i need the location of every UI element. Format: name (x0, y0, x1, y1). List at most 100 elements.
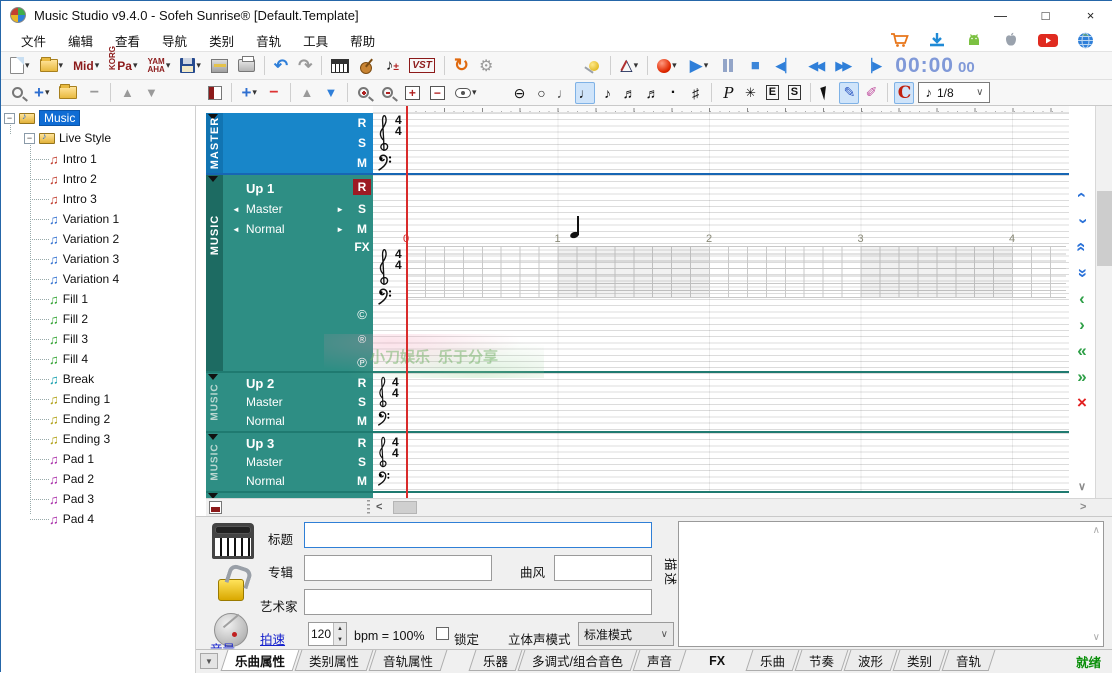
toggle-panel-button[interactable] (205, 82, 225, 104)
up1-staff[interactable]: 01234 44 (373, 175, 1069, 373)
rewind-button[interactable]: ◀◀ (805, 55, 825, 77)
snap-resolution-select[interactable]: ♪ 1/8 ∨ (918, 82, 990, 103)
left-arrow-icon[interactable]: ◄ (232, 225, 240, 234)
tree-move-down-button[interactable]: ▼ (141, 82, 161, 104)
copyright-icon[interactable]: © (353, 303, 371, 327)
pedal-button[interactable]: P (718, 82, 738, 104)
tree-item[interactable]: ♫ Break (49, 370, 94, 388)
track-move-down-button[interactable]: ▼ (321, 82, 341, 104)
bottom-tab[interactable]: 波形 (844, 650, 898, 671)
track-master-select[interactable]: Master (246, 455, 358, 469)
zoom-in-button[interactable] (354, 82, 374, 104)
tree-item[interactable]: ♫ Pad 4 (49, 510, 94, 528)
move-end-button[interactable]: » (1071, 366, 1093, 388)
bottom-tab[interactable]: 类别属性 (295, 650, 374, 671)
bottom-tab[interactable]: 类别 (893, 650, 947, 671)
master-mute-button[interactable]: M (353, 155, 371, 171)
track-solo-button[interactable]: S (353, 394, 371, 410)
menu-item[interactable]: 编辑 (58, 29, 103, 52)
bottom-tab[interactable]: 乐曲属性 (221, 650, 300, 671)
bottom-tab[interactable]: 声音 (633, 650, 687, 671)
track-add-button[interactable]: +▾ (238, 82, 259, 104)
master-track-header[interactable]: MASTER R S M (206, 113, 373, 173)
note-quarter-button[interactable]: ♩ (575, 82, 595, 104)
bottom-tab[interactable]: 多调式/组合音色 (518, 650, 638, 671)
move-left-button[interactable]: ‹ (1071, 288, 1093, 310)
note-transpose-button[interactable]: ♪± (382, 55, 402, 77)
pause-button[interactable] (718, 55, 738, 77)
note-eighth-button[interactable]: ♪ (597, 82, 617, 104)
tree-remove-button[interactable]: − (84, 82, 104, 104)
move-start-button[interactable]: « (1071, 340, 1093, 362)
refresh-button[interactable]: ↻ (451, 55, 472, 77)
tree-item[interactable]: ♫ Intro 1 (49, 150, 97, 168)
tree-item[interactable]: ♫ Pad 3 (49, 490, 94, 508)
step-forward-button[interactable]: ▕▶ (859, 55, 885, 77)
close-button[interactable]: × (1068, 1, 1112, 29)
stop-button[interactable]: ■ (745, 55, 765, 77)
measure-ruler[interactable]: 01234 (373, 233, 1069, 246)
track-remove-button[interactable]: − (264, 82, 284, 104)
tree-item[interactable]: ♫ Fill 2 (49, 310, 88, 328)
master-solo-button[interactable]: S (353, 135, 371, 151)
zoom-out-button[interactable] (378, 82, 398, 104)
move-bottom-button[interactable]: « (1071, 262, 1093, 284)
track-move-up-button[interactable]: ▲ (297, 82, 317, 104)
move-down-button[interactable]: ‹ (1071, 210, 1093, 232)
scroll-left-button[interactable]: < (376, 501, 382, 513)
menu-item[interactable]: 文件 (11, 29, 56, 52)
tree-item[interactable]: ♫ Variation 4 (49, 270, 119, 288)
download-icon[interactable] (926, 31, 948, 49)
accidental-button[interactable]: ♯ (685, 82, 705, 104)
yamaha-import-button[interactable]: YAMAHA▾ (144, 55, 173, 77)
tree-item[interactable]: ♫ Ending 3 (49, 430, 110, 448)
track-title[interactable]: Up 3 (246, 436, 274, 451)
microphone-button[interactable] (584, 55, 604, 77)
keyboard-button[interactable] (328, 55, 352, 77)
tree-item[interactable]: ♫ Intro 3 (49, 190, 97, 208)
note-sixteenth-button[interactable]: ♬ (619, 82, 639, 104)
registered-icon[interactable]: ® (353, 328, 371, 352)
track-solo-button[interactable]: S (353, 454, 371, 470)
panel-toggle-icon[interactable] (209, 501, 222, 514)
track-mute-button[interactable]: M (353, 473, 371, 489)
play-button[interactable]: ▶▾ (687, 55, 712, 77)
menu-item[interactable]: 工具 (293, 29, 338, 52)
tree-root-row[interactable]: − Music (4, 109, 80, 127)
right-arrow-icon[interactable]: ► (336, 225, 344, 234)
track-mode-select[interactable]: ◄Normal► (232, 222, 344, 236)
up1-track-header[interactable]: MUSIC Up 1 ◄Master► ◄Normal► R S M FX © … (206, 175, 373, 371)
new-file-button[interactable]: ▾ (7, 55, 33, 77)
tree-item[interactable]: ♫ Variation 2 (49, 230, 119, 248)
store-cart-icon[interactable] (889, 31, 911, 49)
settings-button[interactable]: ⚙ (476, 55, 496, 77)
tree-item[interactable]: ♫ Ending 2 (49, 410, 110, 428)
tempo-stepper[interactable]: 120 ▲▼ (308, 622, 347, 646)
master-staff[interactable]: 44 (373, 113, 1069, 173)
note-half-button[interactable]: ♩ (553, 82, 573, 104)
up2-track-header[interactable]: MUSIC Up 2 Master Normal R S M (206, 373, 373, 431)
tree-item[interactable]: ♫ Fill 4 (49, 350, 88, 368)
track-record-button[interactable]: R (353, 179, 371, 195)
undo-button[interactable]: ↶ (271, 55, 291, 77)
move-top-button[interactable]: « (1071, 236, 1093, 258)
save-button[interactable]: ▾ (177, 55, 204, 77)
collapse-box[interactable]: − (24, 133, 35, 144)
collapse-triangle-icon[interactable] (208, 374, 218, 380)
up3-track-header[interactable]: MUSIC Up 3 Master Normal R S M (206, 433, 373, 491)
vertical-scrollbar[interactable] (1095, 106, 1112, 498)
tempo-up-button[interactable]: ▲ (334, 623, 346, 634)
tree-move-up-button[interactable]: ▲ (117, 82, 137, 104)
tree-search-button[interactable] (7, 82, 27, 104)
export-button[interactable] (208, 55, 231, 77)
up3-staff[interactable]: 44 (373, 433, 1069, 491)
scroll-right-button[interactable]: > (1080, 501, 1086, 513)
scroll-more-button[interactable]: ∨ (1071, 478, 1093, 494)
move-up-button[interactable]: ‹ (1071, 184, 1093, 206)
bottom-tab[interactable]: 节奏 (795, 650, 849, 671)
left-arrow-icon[interactable]: ◄ (232, 205, 240, 214)
korg-import-button[interactable]: KORGPa▾ (106, 55, 140, 77)
tempo-lock-checkbox[interactable] (436, 627, 449, 640)
globe-icon[interactable] (1074, 31, 1096, 49)
youtube-icon[interactable] (1037, 31, 1059, 49)
